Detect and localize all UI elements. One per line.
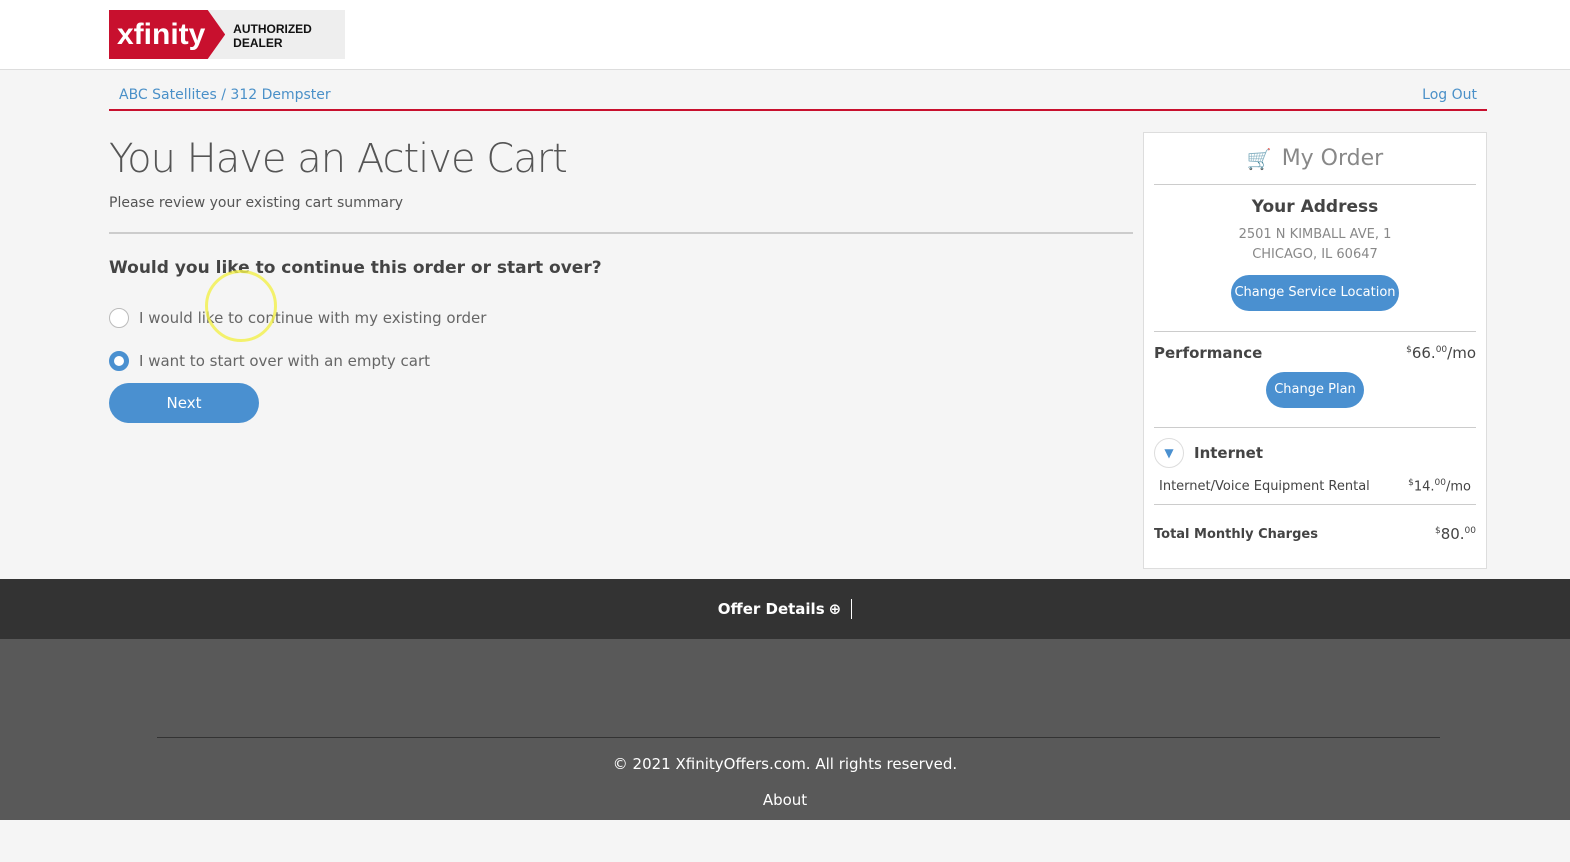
address-title: Your Address [1251,197,1379,217]
option-label: I would like to continue with my existin… [139,309,487,327]
logo-tag: AUTHORIZED DEALER [233,22,312,50]
page-title: You Have an Active Cart [109,136,568,182]
copyright: © 2021 XfinityOffers.com. All rights res… [612,755,958,773]
item-name: Internet/Voice Equipment Rental [1159,478,1370,494]
option-label: I want to start over with an empty cart [139,352,430,370]
plan-price: $66.00/mo [1406,344,1476,362]
offer-details-link[interactable]: Offer Details [718,600,825,618]
chevron-down-icon[interactable]: ▼ [1154,438,1184,468]
my-order-panel: 🛒 My Order Your Address 2501 N KIMBALL AV… [1143,132,1487,569]
next-button[interactable]: Next [109,383,259,423]
radio-continue[interactable] [109,308,129,328]
section-internet: Internet [1194,444,1264,462]
question: Would you like to continue this order or… [109,258,602,278]
cart-icon: 🛒 [1246,146,1272,171]
cursor-highlight [205,270,277,342]
change-plan-button[interactable]: Change Plan [1266,372,1364,408]
item-price: $14.00/mo [1408,478,1471,495]
change-service-location-button[interactable]: Change Service Location [1231,275,1399,311]
plus-circle-icon[interactable]: ⊕ [829,600,842,618]
total-price: $80.00 [1434,525,1476,544]
order-title: My Order [1281,146,1384,171]
footer: © 2021 XfinityOffers.com. All rights res… [0,639,1570,820]
radio-start-over[interactable] [109,351,129,371]
offer-details-bar[interactable]: Offer Details ⊕ [0,579,1570,639]
plan-name: Performance [1154,344,1263,362]
address-line2: CHICAGO, IL 60647 [1252,247,1378,262]
option-start-over[interactable]: I want to start over with an empty cart [109,351,430,371]
option-continue[interactable]: I would like to continue with my existin… [109,308,486,328]
divider [109,232,1133,234]
breadcrumb[interactable]: ABC Satellites / 312 Dempster [119,87,331,103]
breadcrumb-bar: ABC Satellites / 312 Dempster Log Out [109,86,1487,111]
logo-brand: xfinity [109,10,226,59]
about-link[interactable]: About [0,791,1570,809]
address-line1: 2501 N KIMBALL AVE, 1 [1238,227,1392,242]
logout-link[interactable]: Log Out [1422,87,1477,103]
header: xfinity AUTHORIZED DEALER [0,0,1570,70]
page-subtitle: Please review your existing cart summary [109,195,404,211]
total-label: Total Monthly Charges [1154,526,1318,542]
xfinity-logo[interactable]: xfinity AUTHORIZED DEALER [109,10,345,59]
